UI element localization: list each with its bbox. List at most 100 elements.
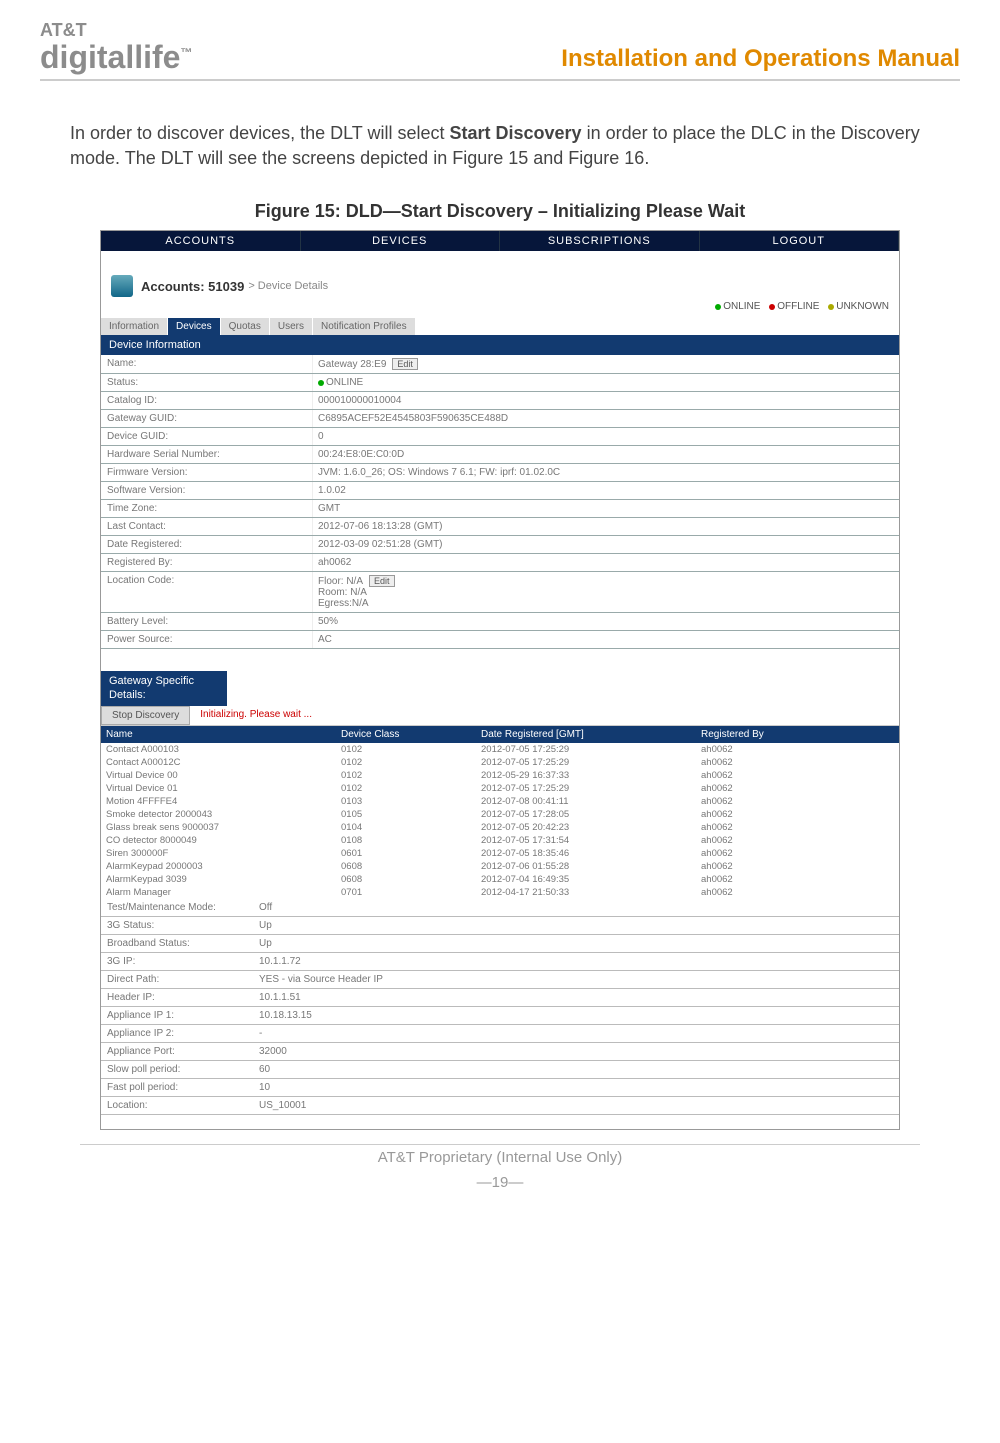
cell-date: 2012-05-29 16:37:33 (476, 769, 696, 782)
brand-top: AT&T (40, 20, 192, 41)
stop-discovery-button[interactable]: Stop Discovery (101, 706, 190, 725)
cell-dclass: 0102 (336, 769, 476, 782)
cell-by: ah0062 (696, 743, 899, 756)
edit-button[interactable]: Edit (369, 575, 395, 587)
edit-button[interactable]: Edit (392, 358, 418, 370)
device-info-row: Location Code:Floor: N/AEditRoom: N/AEgr… (101, 572, 899, 613)
cell-by: ah0062 (696, 795, 899, 808)
tab-devices[interactable]: Devices (168, 318, 221, 335)
device-info-row: Last Contact:2012-07-06 18:13:28 (GMT) (101, 518, 899, 536)
field-value: 2012-03-09 02:51:28 (GMT) (313, 536, 899, 553)
field-value: 0 (313, 428, 899, 445)
screenshot-figure: ACCOUNTS DEVICES SUBSCRIPTIONS LOGOUT Ac… (100, 230, 900, 1129)
table-row[interactable]: Virtual Device 0101022012-07-05 17:25:29… (101, 782, 899, 795)
table-row[interactable]: Smoke detector 200004301052012-07-05 17:… (101, 808, 899, 821)
device-info-row: Status:ONLINE (101, 374, 899, 392)
table-row[interactable]: Contact A00012C01022012-07-05 17:25:29ah… (101, 756, 899, 769)
breadcrumb: > Device Details (248, 280, 328, 292)
top-nav: ACCOUNTS DEVICES SUBSCRIPTIONS LOGOUT (101, 231, 899, 251)
field-label: Location: (101, 1097, 253, 1114)
breadcrumb-row: Accounts: 51039 > Device Details (101, 269, 899, 299)
cell-dclass: 0105 (336, 808, 476, 821)
tab-users[interactable]: Users (270, 318, 313, 335)
cell-by: ah0062 (696, 782, 899, 795)
tab-quotas[interactable]: Quotas (221, 318, 270, 335)
device-table-header: Name Device Class Date Registered [GMT] … (101, 726, 899, 743)
field-value: C6895ACEF52E4545803F590635CE488D (313, 410, 899, 427)
device-info-row: Power Source:AC (101, 631, 899, 649)
field-label: Firmware Version: (101, 464, 313, 481)
cell-by: ah0062 (696, 886, 899, 899)
field-value: ah0062 (313, 554, 899, 571)
nav-logout[interactable]: LOGOUT (700, 231, 900, 251)
table-row[interactable]: AlarmKeypad 303906082012-07-04 16:49:35a… (101, 873, 899, 886)
cell-name: Smoke detector 2000043 (101, 808, 336, 821)
cell-by: ah0062 (696, 756, 899, 769)
cell-date: 2012-07-05 17:25:29 (476, 782, 696, 795)
table-row[interactable]: Motion 4FFFFE401032012-07-08 00:41:11ah0… (101, 795, 899, 808)
cell-name: Alarm Manager (101, 886, 336, 899)
tab-information[interactable]: Information (101, 318, 168, 335)
cell-date: 2012-04-17 21:50:33 (476, 886, 696, 899)
gateway-row: Direct Path:YES - via Source Header IP (101, 971, 899, 989)
account-label: Accounts: 51039 (141, 279, 244, 294)
gateway-row: Test/Maintenance Mode:Off (101, 899, 899, 917)
table-row[interactable]: Virtual Device 0001022012-05-29 16:37:33… (101, 769, 899, 782)
cell-by: ah0062 (696, 873, 899, 886)
nav-devices[interactable]: DEVICES (301, 231, 501, 251)
field-label: Power Source: (101, 631, 313, 648)
gateway-row: Location:US_10001 (101, 1097, 899, 1115)
col-date-registered: Date Registered [GMT] (476, 726, 696, 743)
table-row[interactable]: CO detector 800004901082012-07-05 17:31:… (101, 834, 899, 847)
cell-dclass: 0102 (336, 743, 476, 756)
field-value: Gateway 28:E9Edit (313, 355, 899, 373)
device-info-row: Time Zone:GMT (101, 500, 899, 518)
table-row[interactable]: Siren 300000F06012012-07-05 18:35:46ah00… (101, 847, 899, 860)
field-label: Gateway GUID: (101, 410, 313, 427)
cell-dclass: 0608 (336, 860, 476, 873)
table-row[interactable]: Glass break sens 900003701042012-07-05 2… (101, 821, 899, 834)
tab-notification-profiles[interactable]: Notification Profiles (313, 318, 416, 335)
gateway-row: Fast poll period:10 (101, 1079, 899, 1097)
cell-date: 2012-07-05 17:28:05 (476, 808, 696, 821)
nav-subscriptions[interactable]: SUBSCRIPTIONS (500, 231, 700, 251)
field-label: Status: (101, 374, 313, 391)
field-label: Direct Path: (101, 971, 253, 988)
cell-date: 2012-07-05 17:31:54 (476, 834, 696, 847)
field-label: Registered By: (101, 554, 313, 571)
device-info-row: Battery Level:50% (101, 613, 899, 631)
field-value: - (253, 1025, 899, 1042)
field-label: Catalog ID: (101, 392, 313, 409)
field-value: US_10001 (253, 1097, 899, 1114)
brand-main: digitallife™ (40, 41, 192, 73)
field-value: Off (253, 899, 899, 916)
field-label: Test/Maintenance Mode: (101, 899, 253, 916)
col-device-class: Device Class (336, 726, 476, 743)
cell-by: ah0062 (696, 808, 899, 821)
table-row[interactable]: AlarmKeypad 200000306082012-07-06 01:55:… (101, 860, 899, 873)
cell-name: Motion 4FFFFE4 (101, 795, 336, 808)
footer-proprietary: AT&T Proprietary (Internal Use Only) (80, 1145, 920, 1166)
device-info-row: Device GUID:0 (101, 428, 899, 446)
field-label: Header IP: (101, 989, 253, 1006)
cell-name: Glass break sens 9000037 (101, 821, 336, 834)
gateway-row: Appliance IP 2:- (101, 1025, 899, 1043)
field-value: 32000 (253, 1043, 899, 1060)
field-label: Name: (101, 355, 313, 373)
field-value: 2012-07-06 18:13:28 (GMT) (313, 518, 899, 535)
field-value: Up (253, 935, 899, 952)
cell-name: CO detector 8000049 (101, 834, 336, 847)
field-label: Battery Level: (101, 613, 313, 630)
field-value: 10 (253, 1079, 899, 1096)
cell-date: 2012-07-08 00:41:11 (476, 795, 696, 808)
field-label: Appliance IP 2: (101, 1025, 253, 1042)
table-row[interactable]: Contact A00010301022012-07-05 17:25:29ah… (101, 743, 899, 756)
field-label: Fast poll period: (101, 1079, 253, 1096)
device-info-row: Name:Gateway 28:E9Edit (101, 355, 899, 374)
field-value: YES - via Source Header IP (253, 971, 899, 988)
document-title: Installation and Operations Manual (561, 45, 960, 73)
nav-accounts[interactable]: ACCOUNTS (101, 231, 301, 251)
table-row[interactable]: Alarm Manager07012012-04-17 21:50:33ah00… (101, 886, 899, 899)
brand-logo: AT&T digitallife™ (40, 20, 192, 73)
cell-dclass: 0601 (336, 847, 476, 860)
